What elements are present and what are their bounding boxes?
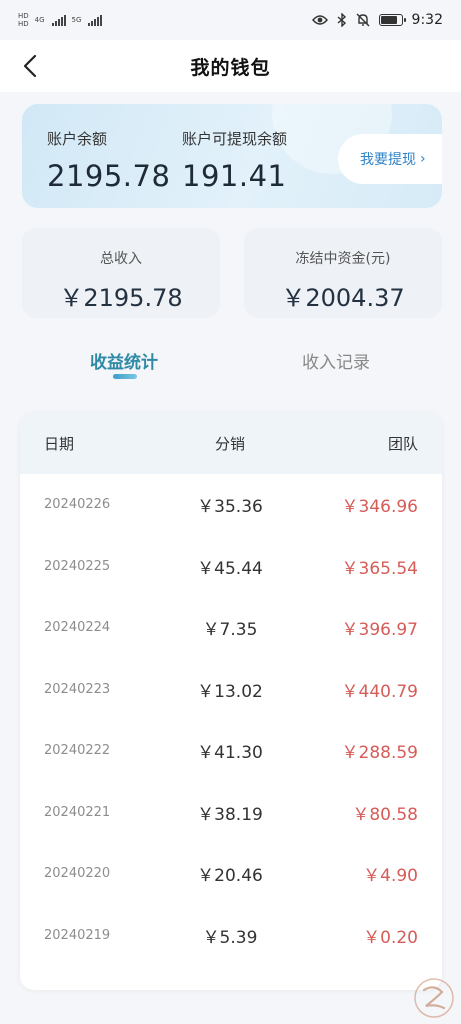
- battery-icon: [378, 14, 406, 26]
- table-header: 日期 分销 团队: [20, 412, 442, 474]
- network-type-2: 5G: [71, 15, 82, 24]
- row-distribution: ￥20.46: [197, 866, 263, 887]
- withdraw-button[interactable]: 我要提现 ›: [338, 134, 442, 184]
- table-row: 20240220 ￥20.46 ￥4.90: [20, 843, 442, 905]
- sim2-label: HD: [18, 20, 29, 28]
- frozen-funds-value: ￥2004.37: [281, 284, 405, 312]
- row-date: 20240220: [44, 866, 111, 882]
- total-income-card: 总收入 ￥2195.78: [22, 228, 220, 318]
- header-distribution: 分销: [214, 434, 245, 453]
- table-row: 20240219 ￥5.39 ￥0.20: [20, 905, 442, 967]
- status-left: HD HD 4G 5G: [18, 12, 103, 28]
- row-distribution: ￥45.44: [197, 558, 263, 579]
- header-date: 日期: [44, 434, 75, 453]
- table-row: 20240223 ￥13.02 ￥440.79: [20, 659, 442, 721]
- tab-bar: 收益统计 收入记录: [0, 340, 461, 390]
- row-team: ￥346.96: [341, 497, 418, 518]
- frozen-funds-card: 冻结中资金(元) ￥2004.37: [244, 228, 442, 318]
- withdrawable-balance-label: 账户可提现余额: [182, 130, 288, 148]
- mute-bell-icon: [356, 13, 370, 27]
- row-team: ￥288.59: [341, 743, 418, 764]
- signal-icon-2: [88, 14, 103, 26]
- page-title: 我的钱包: [190, 56, 271, 79]
- sim1-label: HD: [18, 12, 29, 20]
- row-distribution: ￥13.02: [197, 681, 263, 702]
- title-bar: 我的钱包: [0, 40, 461, 92]
- sim-indicators: HD HD: [18, 12, 29, 28]
- table-row: 20240222 ￥41.30 ￥288.59: [20, 720, 442, 782]
- net1-label: 4G: [34, 15, 45, 24]
- row-date: 20240219: [44, 927, 111, 943]
- row-team: ￥396.97: [341, 620, 418, 641]
- table-row: 20240226 ￥35.36 ￥346.96: [20, 474, 442, 536]
- back-arrow-icon: [23, 54, 37, 78]
- earnings-table: 日期 分销 团队 20240226 ￥35.36 ￥346.96 2024022…: [20, 412, 442, 990]
- withdraw-button-label: 我要提现: [360, 152, 416, 168]
- total-income-label: 总收入: [100, 251, 142, 267]
- withdrawable-balance-value: 191.41: [182, 159, 287, 193]
- chevron-right-icon: ›: [420, 151, 426, 167]
- row-distribution: ￥38.19: [197, 804, 263, 825]
- watermark-logo: [414, 978, 454, 1018]
- row-team: ￥80.58: [352, 804, 418, 825]
- row-team: ￥365.54: [341, 558, 418, 579]
- status-bar: HD HD 4G 5G 9:32: [0, 0, 461, 40]
- row-date: 20240221: [44, 804, 111, 820]
- total-income-value: ￥2195.78: [59, 284, 183, 312]
- network-type-1: 4G: [34, 15, 45, 24]
- row-distribution: ￥5.39: [202, 927, 258, 948]
- row-distribution: ￥41.30: [197, 743, 263, 764]
- row-team: ￥4.90: [363, 866, 418, 887]
- row-team: ￥440.79: [341, 681, 418, 702]
- tab-earnings-stats[interactable]: 收益统计: [90, 348, 158, 373]
- row-date: 20240226: [44, 497, 111, 513]
- battery-fill: [380, 16, 397, 24]
- row-date: 20240223: [44, 681, 111, 697]
- table-row: 20240221 ￥38.19 ￥80.58: [20, 782, 442, 844]
- table-row: 20240224 ￥7.35 ￥396.97: [20, 597, 442, 659]
- row-distribution: ￥7.35: [202, 620, 258, 641]
- frozen-funds-label: 冻结中资金(元): [295, 251, 391, 267]
- row-date: 20240225: [44, 558, 111, 574]
- account-balance-value: 2195.78: [47, 159, 171, 193]
- status-time: 9:32: [411, 12, 443, 28]
- header-team: 团队: [387, 434, 418, 453]
- tab-income-records[interactable]: 收入记录: [302, 348, 370, 373]
- status-right: 9:32: [311, 12, 443, 28]
- table-row: 20240225 ￥45.44 ￥365.54: [20, 536, 442, 598]
- row-date: 20240224: [44, 620, 111, 636]
- row-distribution: ￥35.36: [197, 497, 263, 518]
- row-date: 20240222: [44, 743, 111, 759]
- account-balance-label: 账户余额: [47, 130, 108, 148]
- withdrawable-balance: 账户可提现余额 191.41: [182, 128, 287, 193]
- eye-icon: [311, 15, 328, 25]
- active-tab-indicator: [113, 374, 137, 379]
- back-button[interactable]: [14, 50, 46, 82]
- balance-card: 账户余额 2195.78 账户可提现余额 191.41 我要提现 ›: [22, 104, 442, 208]
- bluetooth-icon: [337, 13, 346, 27]
- account-balance: 账户余额 2195.78: [47, 128, 170, 193]
- net2-label: 5G: [71, 15, 82, 24]
- signal-icon-1: [51, 14, 66, 26]
- row-team: ￥0.20: [363, 927, 418, 948]
